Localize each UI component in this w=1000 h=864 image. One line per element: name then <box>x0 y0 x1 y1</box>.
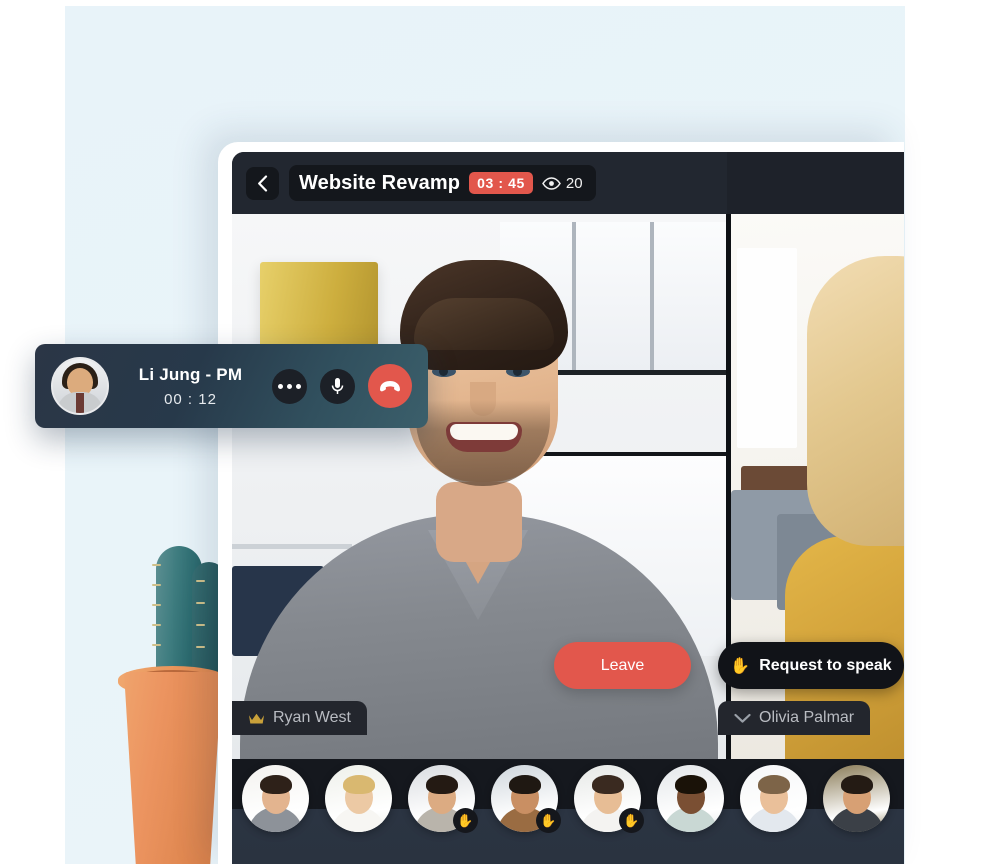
crown-icon <box>248 712 265 725</box>
more-dots-icon <box>278 383 301 389</box>
call-controls <box>272 364 412 408</box>
terracotta-pot <box>124 672 222 864</box>
viewer-count: 20 <box>542 175 586 192</box>
avatar <box>657 765 724 832</box>
request-to-speak-button[interactable]: ✋ Request to speak <box>718 642 904 689</box>
participant-avatar[interactable] <box>740 765 807 832</box>
participant-avatar[interactable] <box>325 765 392 832</box>
raised-hand-icon: ✋ <box>730 657 751 675</box>
call-info: Li Jung - PM 00 : 12 <box>123 365 258 408</box>
meeting-header: Website Revamp 03 : 45 20 <box>232 152 727 214</box>
avatar <box>325 765 392 832</box>
floating-call-widget[interactable]: Li Jung - PM 00 : 12 <box>35 344 428 428</box>
avatar <box>51 357 109 415</box>
participant-avatar[interactable] <box>242 765 309 832</box>
participant-avatar-row: ✋ ✋ ✋ <box>232 765 904 833</box>
meeting-timer-badge: 03 : 45 <box>469 172 533 194</box>
request-to-speak-label: Request to speak <box>759 656 892 674</box>
avatar <box>740 765 807 832</box>
secondary-participant-hair <box>807 256 904 546</box>
back-button[interactable] <box>246 166 279 200</box>
more-options-button[interactable] <box>272 368 307 404</box>
leave-button[interactable]: Leave <box>554 642 691 689</box>
secondary-name: Olivia Palmar <box>759 709 855 726</box>
avatar <box>242 765 309 832</box>
participant-avatar[interactable]: ✋ <box>408 765 478 833</box>
meeting-app-screen: Website Revamp 03 : 45 20 Leave ✋ Reques… <box>232 152 904 864</box>
chevron-down-icon[interactable] <box>734 713 751 724</box>
raised-hand-icon: ✋ <box>619 808 644 833</box>
end-call-button[interactable] <box>368 364 412 408</box>
participant-avatar[interactable]: ✋ <box>574 765 644 833</box>
secondary-name-tag: Olivia Palmar <box>718 701 871 735</box>
call-duration: 00 : 12 <box>164 390 217 408</box>
microphone-icon <box>330 377 345 396</box>
microphone-button[interactable] <box>320 368 355 404</box>
raised-hand-icon: ✋ <box>536 808 561 833</box>
chevron-left-icon <box>257 174 268 192</box>
participant-avatar[interactable]: ✋ <box>491 765 561 833</box>
leave-button-label: Leave <box>600 656 645 674</box>
call-participant-name: Li Jung - PM <box>138 364 243 384</box>
cactus-plant <box>118 540 228 864</box>
viewer-count-value: 20 <box>565 174 583 192</box>
speaker-name-tag: Ryan West <box>232 701 367 735</box>
meeting-header-right <box>727 152 904 214</box>
participant-avatar[interactable] <box>657 765 724 832</box>
participant-avatar[interactable] <box>823 765 890 832</box>
eye-icon <box>542 176 561 190</box>
speaker-name: Ryan West <box>273 709 351 726</box>
avatar <box>823 765 890 832</box>
page-title: Website Revamp <box>299 171 461 194</box>
raised-hand-icon: ✋ <box>453 808 478 833</box>
meeting-title-pill: Website Revamp 03 : 45 20 <box>289 165 596 201</box>
participant-strip: ✋ ✋ ✋ <box>232 765 904 864</box>
end-call-icon <box>378 379 402 393</box>
